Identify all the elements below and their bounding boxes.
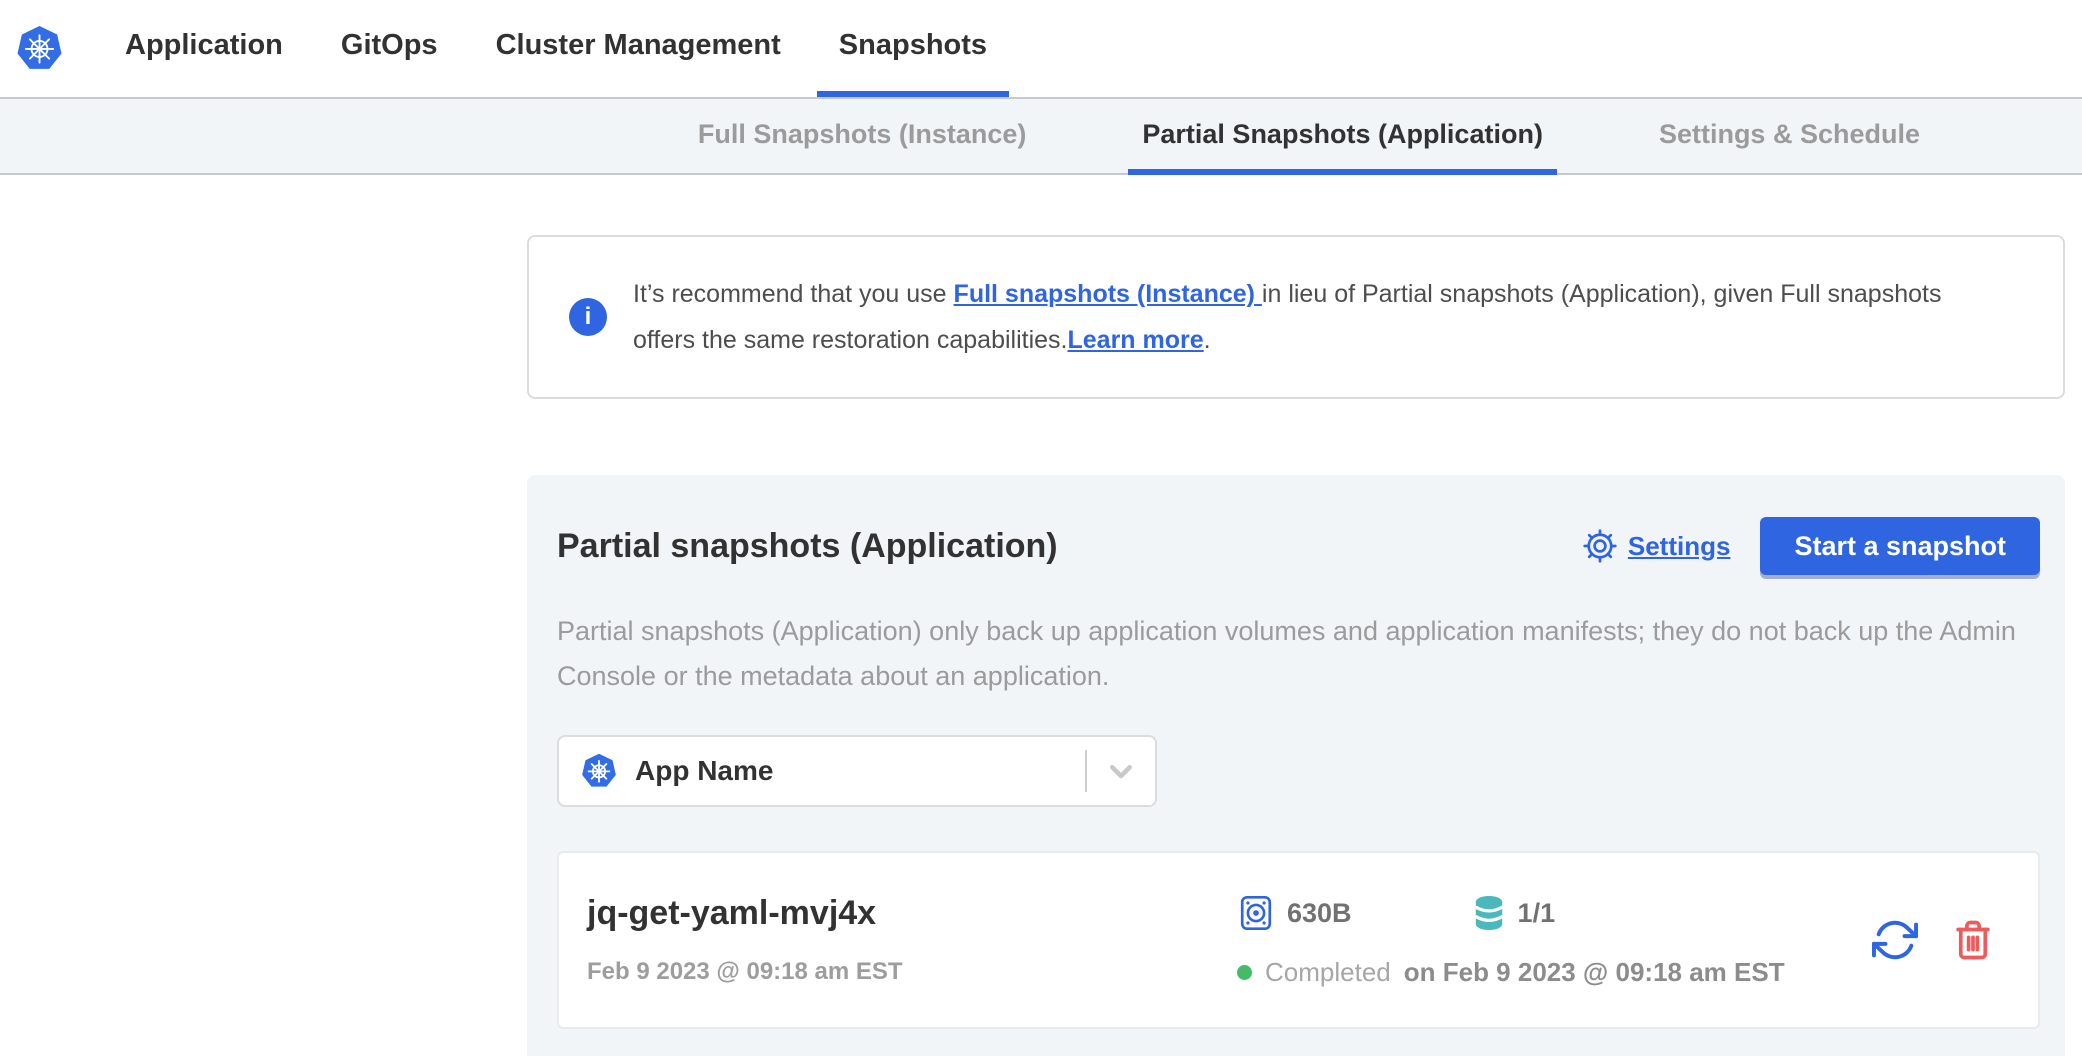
learn-more-link[interactable]: Learn more	[1068, 326, 1204, 354]
delete-snapshot-button[interactable]	[1952, 919, 1994, 961]
status-label: Completed	[1265, 957, 1391, 988]
tab-settings-schedule[interactable]: Settings & Schedule	[1645, 99, 1934, 175]
settings-link-label: Settings	[1628, 531, 1731, 562]
snapshot-actions	[1872, 917, 1994, 963]
info-text-before: It’s recommend that you use	[633, 280, 954, 308]
start-snapshot-button[interactable]: Start a snapshot	[1760, 517, 2040, 575]
snapshot-settings-link[interactable]: Settings	[1582, 528, 1731, 564]
top-nav-bar: Application GitOps Cluster Management Sn…	[0, 0, 2082, 97]
info-text-after: .	[1204, 326, 1211, 354]
info-banner-text: It’s recommend that you use Full snapsho…	[633, 271, 2003, 363]
gear-icon	[1582, 528, 1618, 564]
nav-item-snapshots[interactable]: Snapshots	[817, 0, 1009, 97]
tab-full-snapshots[interactable]: Full Snapshots (Instance)	[684, 99, 1041, 175]
snapshot-name: jq-get-yaml-mvj4x	[587, 893, 1237, 933]
panel-header: Partial snapshots (Application)	[557, 517, 2040, 575]
nav-item-gitops[interactable]: GitOps	[319, 0, 460, 97]
full-snapshots-link[interactable]: Full snapshots (Instance)	[954, 280, 1262, 308]
restore-snapshot-button[interactable]	[1872, 917, 1918, 963]
volumes-database-icon	[1472, 894, 1506, 932]
panel-actions: Settings Start a snapshot	[1582, 517, 2040, 575]
subnav-tabs: Full Snapshots (Instance) Partial Snapsh…	[684, 99, 1934, 173]
status-dot-icon	[1237, 965, 1252, 980]
panel-description: Partial snapshots (Application) only bac…	[557, 609, 2017, 699]
nav-item-cluster-management[interactable]: Cluster Management	[474, 0, 803, 97]
snapshot-size-metric: 630B	[1237, 894, 1352, 932]
snapshot-identity: jq-get-yaml-mvj4x Feb 9 2023 @ 09:18 am …	[587, 893, 1237, 987]
snapshot-status: Completed on Feb 9 2023 @ 09:18 am EST	[1237, 957, 1785, 987]
main-nav: Application GitOps Cluster Management Sn…	[103, 0, 1009, 97]
snapshots-subnav: Full Snapshots (Instance) Partial Snapsh…	[0, 97, 2082, 175]
kubernetes-logo-icon	[16, 25, 63, 72]
page-title: Partial snapshots (Application)	[557, 527, 1058, 566]
chevron-down-icon	[1087, 756, 1155, 786]
info-icon: i	[569, 298, 607, 336]
app-name-selector[interactable]: App Name	[557, 735, 1157, 807]
snapshot-volumes-metric: 1/1	[1472, 894, 1556, 932]
snapshot-details: 630B 1/1 Completed on Feb 9 2023 @ 09:18…	[1237, 893, 1785, 987]
app-name-value: App Name	[635, 755, 773, 787]
restore-icon	[1872, 917, 1918, 963]
nav-item-application[interactable]: Application	[103, 0, 305, 97]
snapshot-metrics: 630B 1/1	[1237, 893, 1785, 933]
kubernetes-logo	[16, 0, 63, 97]
app-kubernetes-icon	[581, 753, 617, 789]
tab-partial-snapshots[interactable]: Partial Snapshots (Application)	[1128, 99, 1557, 175]
trash-icon	[1952, 919, 1994, 961]
partial-snapshots-panel: Partial snapshots (Application)	[527, 475, 2065, 1056]
snapshot-started-at: Feb 9 2023 @ 09:18 am EST	[587, 957, 1237, 987]
snapshot-row: jq-get-yaml-mvj4x Feb 9 2023 @ 09:18 am …	[557, 851, 2040, 1029]
disk-size-icon	[1237, 894, 1275, 932]
snapshot-volumes-value: 1/1	[1518, 898, 1556, 929]
snapshot-size-value: 630B	[1287, 898, 1352, 929]
status-finished-at: on Feb 9 2023 @ 09:18 am EST	[1404, 957, 1785, 988]
info-banner: i It’s recommend that you use Full snaps…	[527, 235, 2065, 399]
